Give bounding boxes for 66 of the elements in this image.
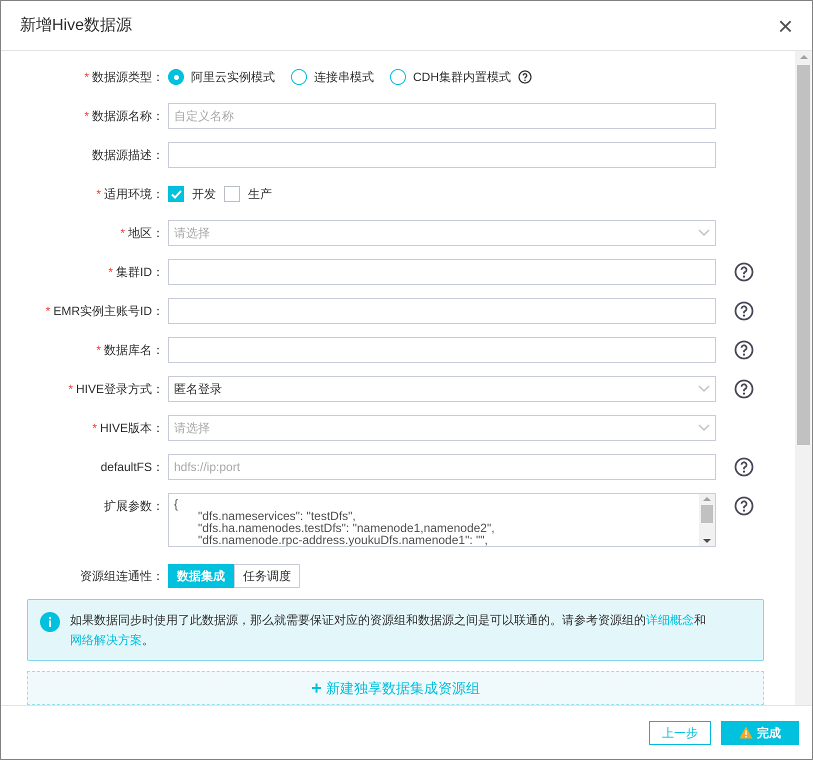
required-asterisk: * [46, 303, 50, 320]
help-icon[interactable] [734, 457, 754, 477]
required-asterisk: * [108, 264, 113, 281]
radio-label: CDH集群内置模式 [413, 69, 511, 86]
radio-button[interactable] [390, 69, 406, 85]
checkbox[interactable] [224, 186, 240, 202]
segment-tab[interactable]: 任务调度 [234, 564, 300, 588]
field-label: 数据源描述： [92, 147, 164, 164]
input-field[interactable] [168, 142, 716, 168]
notice-text: 如果数据同步时使用了此数据源，那么就需要保证对应的资源组和数据源之间是可以联通的。请参考资源组的详细概念和 网络解决方案。 [70, 612, 707, 649]
help-icon[interactable] [734, 379, 754, 399]
help-icon[interactable] [734, 262, 754, 282]
required-asterisk: * [84, 69, 89, 86]
help-icon[interactable] [518, 70, 532, 84]
checkbox[interactable] [168, 186, 184, 202]
network-solution-link[interactable]: 网络解决方案 [70, 633, 142, 647]
field-label: defaultFS： [100, 459, 164, 476]
select-field[interactable]: 请选择 [168, 220, 716, 246]
input-field[interactable]: hdfs://ip:port [168, 454, 716, 480]
required-asterisk: * [96, 342, 101, 359]
chevron-down-icon [698, 424, 710, 432]
field-label: 资源组连通性： [80, 568, 164, 585]
field-label: 数据库名： [104, 342, 164, 359]
field-label: 地区： [128, 225, 164, 242]
required-asterisk: * [68, 381, 73, 398]
scrollbar [699, 494, 715, 546]
radio-button[interactable] [168, 69, 184, 85]
input-field[interactable] [168, 298, 716, 324]
select-field[interactable]: 匿名登录 [168, 376, 716, 402]
required-asterisk: * [92, 420, 97, 437]
help-icon[interactable] [734, 301, 754, 321]
field-label: 数据源类型： [92, 69, 164, 86]
select-field[interactable]: 请选择 [168, 415, 716, 441]
code-line: "dfs.ha.namenodes.testDfs": "namenode1,namenode2", [197, 522, 496, 534]
radio-label: 阿里云实例模式 [191, 69, 275, 86]
radio-label: 连接串模式 [314, 69, 374, 86]
checkbox-label: 生产 [248, 186, 272, 203]
input-field[interactable]: 自定义名称 [168, 103, 716, 129]
close-button[interactable]: × [778, 12, 793, 38]
help-icon[interactable] [734, 496, 754, 516]
info-icon [40, 612, 60, 632]
help-icon[interactable] [734, 340, 754, 360]
input-field[interactable] [168, 337, 716, 363]
checkbox-label: 开发 [192, 186, 216, 203]
dialog-title: 新增Hive数据源 [20, 16, 132, 36]
field-label: EMR实例主账号ID： [53, 303, 164, 320]
finish-button[interactable]: 完成 [721, 720, 799, 744]
chevron-down-icon [698, 385, 710, 393]
add-resource-group-button[interactable]: + 新建独享数据集成资源组 [27, 671, 764, 705]
required-asterisk: * [84, 108, 89, 125]
segment-tab[interactable]: 数据集成 [168, 564, 234, 588]
radio-button[interactable] [291, 69, 307, 85]
field-label: HIVE登录方式： [76, 381, 164, 398]
chevron-down-icon [698, 229, 710, 237]
field-label: 集群ID： [116, 264, 164, 281]
previous-step-button[interactable]: 上一步 [649, 720, 711, 744]
concept-link[interactable]: 详细概念 [646, 613, 694, 627]
required-asterisk: * [96, 186, 101, 203]
field-label: 适用环境： [104, 186, 164, 203]
field-label: 数据源名称： [92, 108, 164, 125]
code-line: "dfs.nameservices": "testDfs", [197, 510, 357, 522]
field-label: HIVE版本： [100, 420, 164, 437]
field-label: 扩展参数： [104, 498, 164, 515]
code-line: { [174, 498, 180, 510]
input-field[interactable] [168, 259, 716, 285]
required-asterisk: * [120, 225, 125, 242]
